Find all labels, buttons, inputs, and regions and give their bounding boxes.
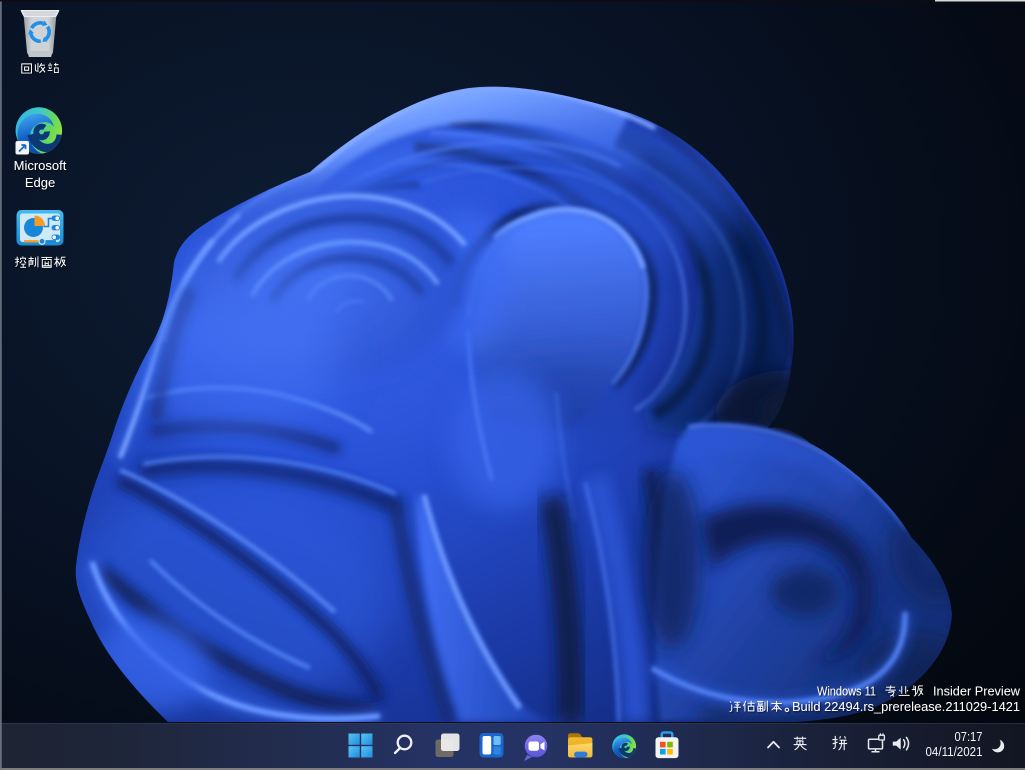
svg-text:Build 22494.rs_prerelease.2110: Build 22494.rs_prerelease.211029-1421 xyxy=(792,699,1020,714)
svg-text:04/11/2021: 04/11/2021 xyxy=(926,745,983,759)
svg-text:Insider Preview: Insider Preview xyxy=(933,684,1020,699)
svg-text:07:17: 07:17 xyxy=(955,730,983,744)
svg-text:Windows 11: Windows 11 xyxy=(817,684,876,699)
svg-text:Microsoft: Microsoft xyxy=(14,158,67,173)
svg-text:Edge: Edge xyxy=(25,175,55,190)
